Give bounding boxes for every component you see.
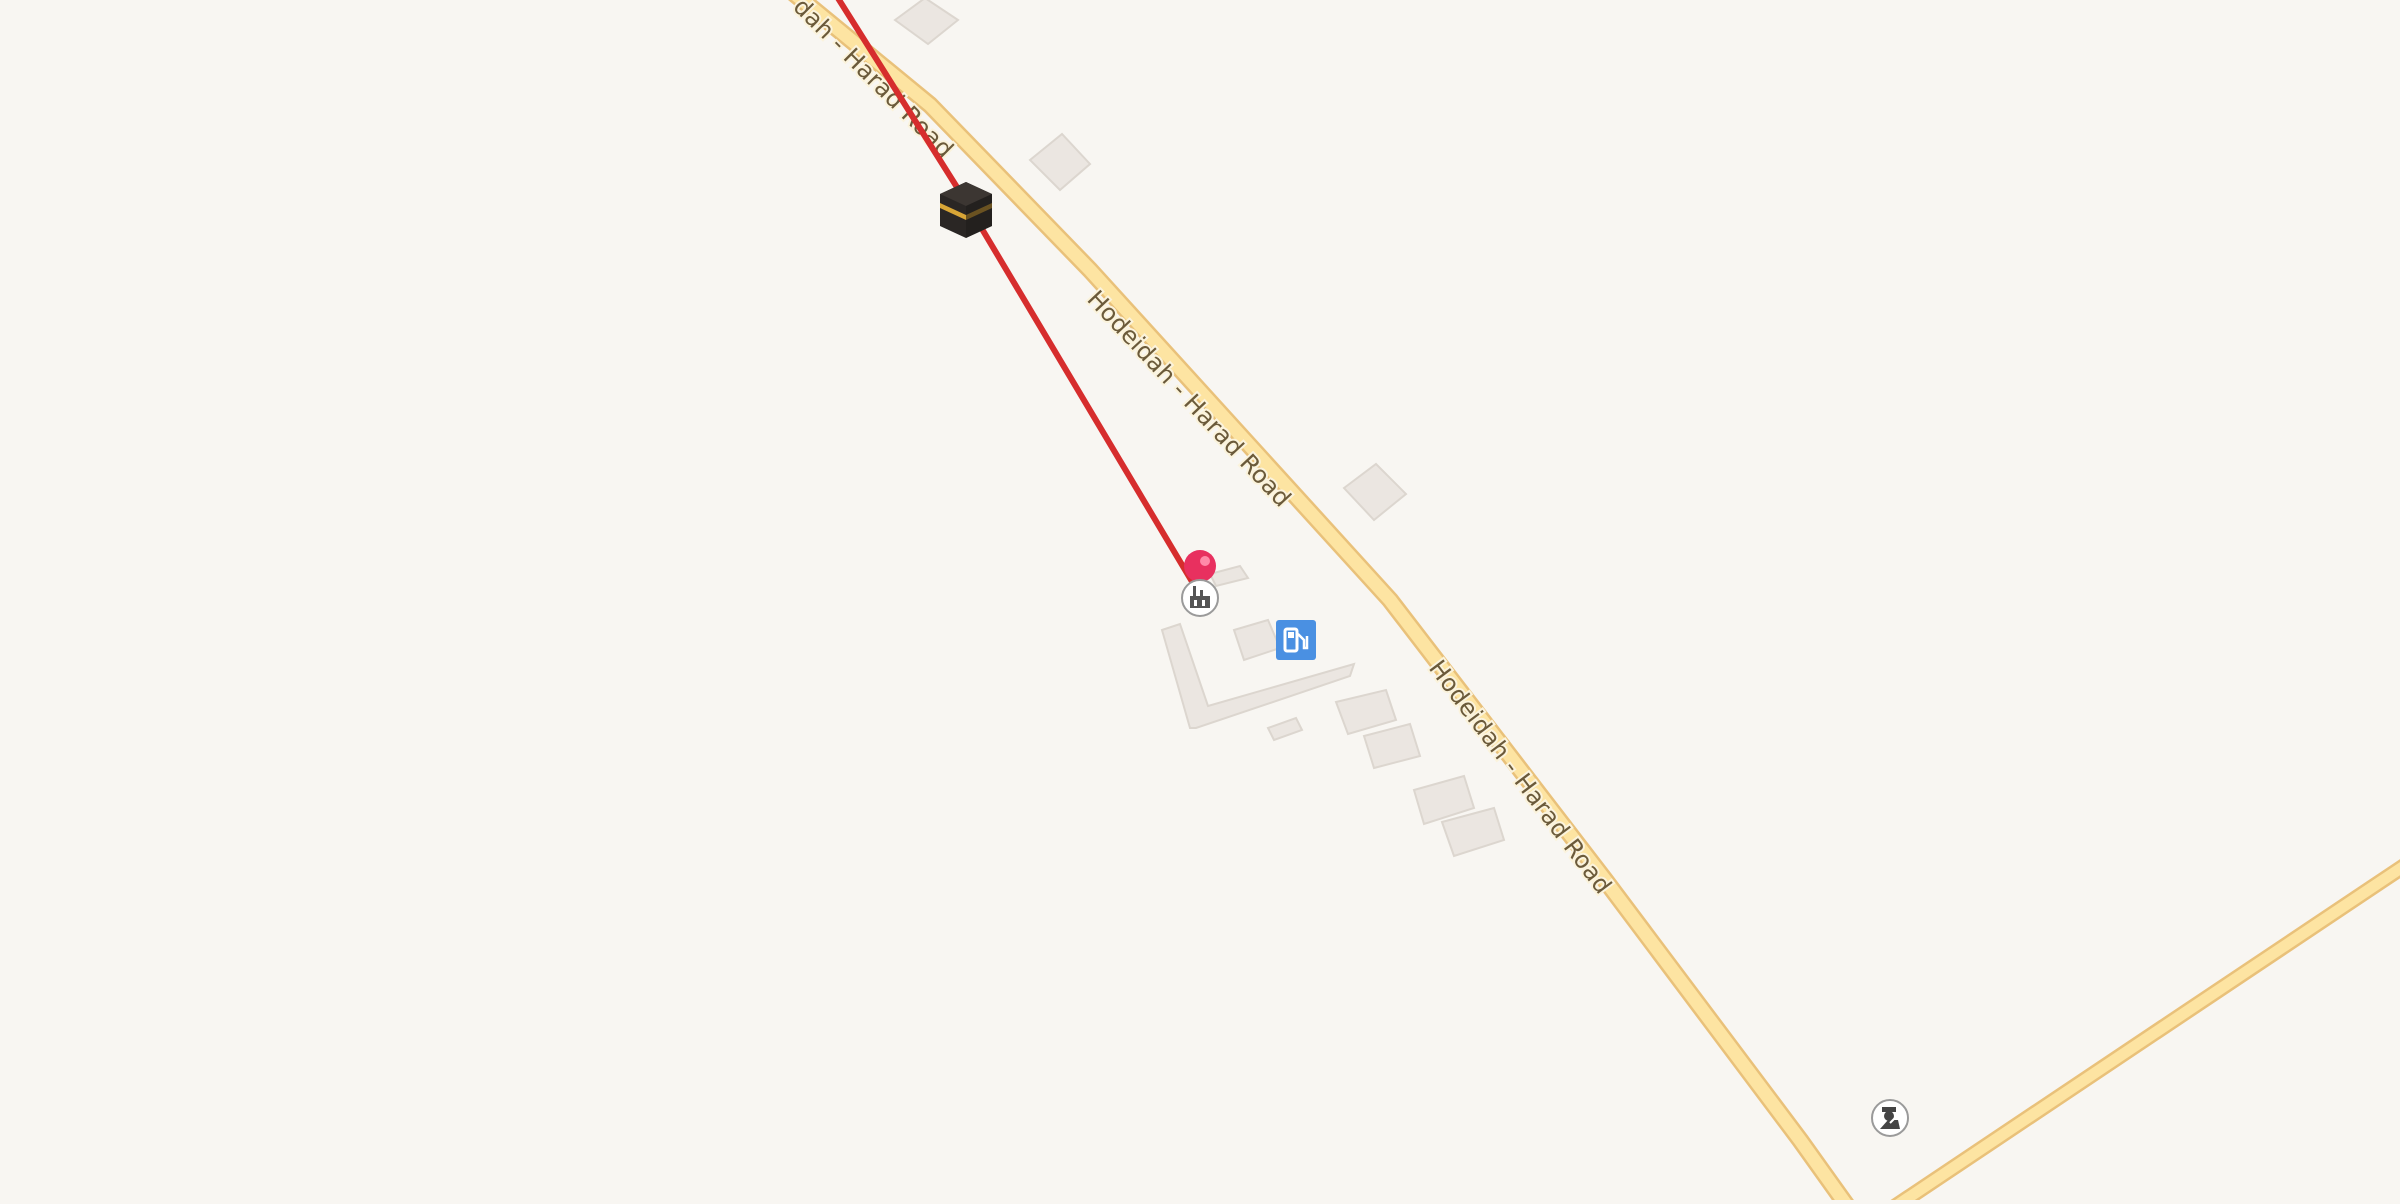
fuel-station-icon[interactable]	[1276, 620, 1316, 660]
map-canvas[interactable]: dah - Harad Road Hodeidah - Harad Road H…	[0, 0, 2400, 1204]
industrial-poi-icon[interactable]	[1181, 579, 1219, 617]
police-poi-icon[interactable]	[1871, 1099, 1909, 1137]
